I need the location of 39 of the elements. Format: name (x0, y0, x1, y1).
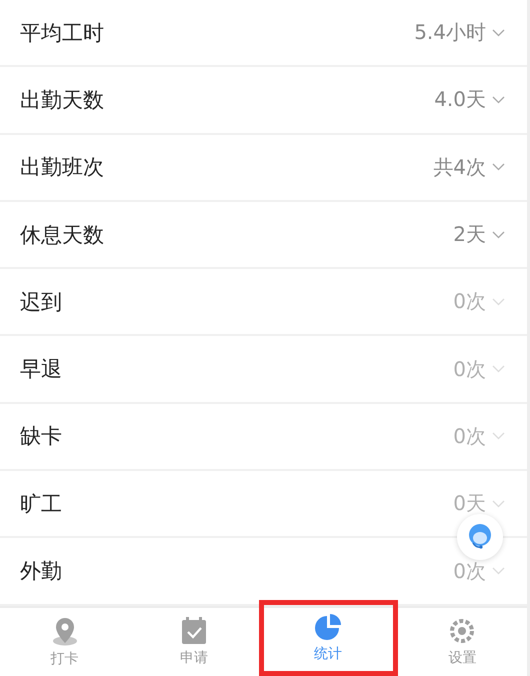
stat-label: 平均工时 (20, 20, 104, 47)
stat-row[interactable]: 早退 0次 (0, 336, 527, 404)
stat-value: 2天 (453, 221, 486, 248)
stat-value: 0次 (453, 558, 486, 585)
chevron-down-icon (492, 567, 505, 576)
stat-label: 缺卡 (20, 423, 62, 450)
chevron-down-icon (492, 432, 505, 440)
stat-row[interactable]: 出勤天数 4.0天 (0, 67, 527, 135)
chevron-down-icon (492, 298, 505, 306)
location-pin-icon (50, 616, 79, 646)
chevron-down-icon (492, 230, 505, 239)
stat-row[interactable]: 休息天数 2天 (0, 202, 527, 270)
chevron-down-icon (492, 28, 505, 37)
stat-label: 出勤天数 (20, 86, 104, 114)
stat-value: 4.0天 (434, 86, 486, 114)
stat-label: 迟到 (20, 288, 62, 316)
stat-row[interactable]: 平均工时 5.4小时 (0, 0, 527, 68)
stat-label: 旷工 (20, 490, 62, 518)
stat-label: 出勤班次 (20, 154, 104, 182)
stat-label: 早退 (20, 356, 62, 384)
calendar-check-icon (180, 616, 207, 645)
support-button[interactable] (457, 514, 503, 560)
chevron-down-icon (492, 500, 505, 508)
chevron-down-icon (492, 163, 505, 172)
settings-icon (448, 616, 476, 645)
stat-row[interactable]: 缺卡 0次 (0, 404, 527, 472)
chevron-down-icon (492, 365, 505, 374)
stat-row[interactable]: 迟到 0次 (0, 269, 527, 336)
stat-label: 休息天数 (20, 222, 104, 249)
stat-value: 0次 (453, 288, 486, 316)
stat-label: 外勤 (20, 558, 62, 586)
stat-value: 0次 (453, 422, 486, 450)
pie-chart-icon (314, 612, 342, 641)
stat-row[interactable]: 出勤班次 共4次 (0, 134, 527, 202)
stat-value: 0次 (453, 356, 486, 383)
chevron-down-icon (492, 96, 505, 104)
stat-value: 5.4小时 (414, 19, 486, 46)
stat-value: 共4次 (433, 154, 486, 181)
stat-value: 0天 (453, 490, 486, 518)
